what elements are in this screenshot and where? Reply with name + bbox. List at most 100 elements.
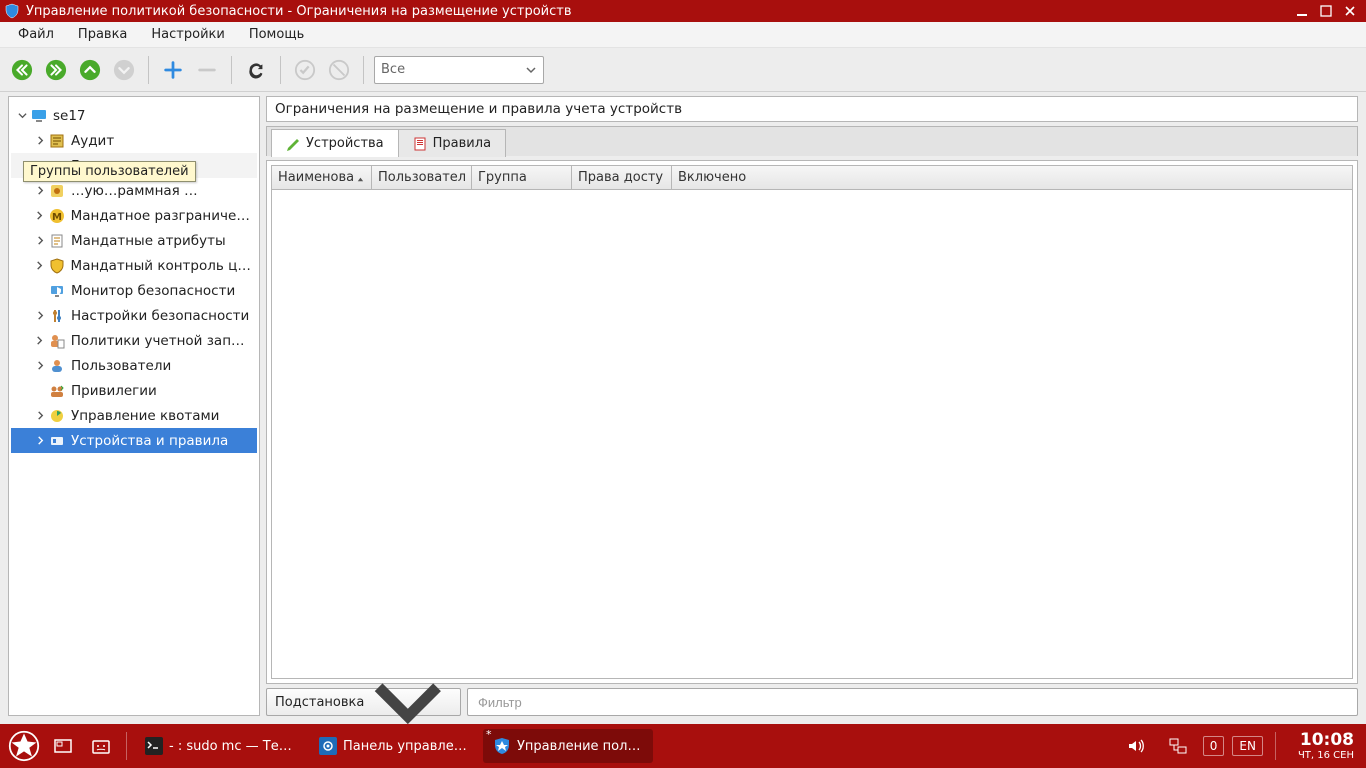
start-button[interactable] (6, 728, 42, 764)
nav-forward-all-button[interactable] (42, 56, 70, 84)
tree-root-label: se17 (53, 108, 86, 124)
tab-bar: Устройства Правила (266, 126, 1358, 156)
substitution-combo-value: Подстановка (275, 695, 364, 710)
tab-devices[interactable]: Устройства (271, 129, 399, 157)
add-button[interactable] (159, 56, 187, 84)
rules-icon (413, 137, 427, 151)
column-header[interactable]: Наименова (272, 166, 372, 189)
filter-combo-value: Все (381, 62, 405, 77)
network-icon[interactable] (1161, 729, 1195, 763)
column-header[interactable]: Права досту (572, 166, 672, 189)
tree-item-privileges[interactable]: Привилегии (11, 378, 257, 403)
taskbar-separator (126, 732, 127, 760)
twisty-expanded-icon[interactable] (15, 109, 29, 123)
menu-file[interactable]: Файл (6, 24, 66, 45)
twisty-collapsed-icon[interactable] (33, 209, 47, 223)
column-header[interactable]: Включено (672, 166, 1352, 189)
filter-input[interactable] (476, 694, 1349, 711)
audit-icon (49, 133, 65, 149)
tab-label: Устройства (306, 136, 384, 151)
computer-icon (31, 108, 47, 124)
devices-icon (286, 137, 300, 151)
tree-item-security-monitor[interactable]: Монитор безопасности (11, 278, 257, 303)
task-label: Панель управлен… (343, 739, 469, 754)
tree-root[interactable]: se17 (11, 103, 257, 128)
tab-rules[interactable]: Правила (398, 129, 506, 157)
menu-edit[interactable]: Правка (66, 24, 139, 45)
taskbar: - : sudo mc — Тер… Панель управлен… * Уп… (0, 724, 1366, 768)
twisty-collapsed-icon[interactable] (33, 334, 47, 348)
twisty-collapsed-icon[interactable] (33, 409, 47, 423)
tree-item-label: Политики учетной записи (71, 333, 253, 349)
twisty-collapsed-icon[interactable] (33, 234, 47, 248)
substitution-combo[interactable]: Подстановка (266, 688, 461, 716)
tree-item-quota[interactable]: Управление квотами (11, 403, 257, 428)
table-body[interactable] (272, 190, 1352, 678)
menu-help[interactable]: Помощь (237, 24, 316, 45)
nav-up-button[interactable] (76, 56, 104, 84)
twisty-collapsed-icon[interactable] (33, 359, 47, 373)
chevron-down-icon (525, 64, 537, 76)
column-header[interactable]: Группа (472, 166, 572, 189)
column-header[interactable]: Пользовател (372, 166, 472, 189)
tree-item-security-settings[interactable]: Настройки безопасности (11, 303, 257, 328)
tree-item-label: Мандатное разграничен… (71, 208, 253, 224)
twisty-collapsed-icon[interactable] (33, 434, 47, 448)
tree-item-label: Управление квотами (71, 408, 219, 424)
tab-content: НаименоваПользователГруппаПрава достуВкл… (266, 160, 1358, 684)
security-monitor-icon (49, 283, 65, 299)
clock[interactable]: 10:08 ЧТ, 16 СЕН (1298, 731, 1354, 761)
mandatory-attrs-icon (49, 233, 65, 249)
navigation-tree[interactable]: se17 АудитГруппы…ую…раммная …MМандатное … (9, 97, 259, 459)
menubar: Файл Правка Настройки Помощь (0, 22, 1366, 48)
remove-button (193, 56, 221, 84)
twisty-collapsed-icon[interactable] (33, 259, 47, 273)
table-header: НаименоваПользователГруппаПрава достуВкл… (272, 166, 1352, 190)
tree-item-mandatory-attrs[interactable]: Мандатные атрибуты (11, 228, 257, 253)
devices-rules-icon (49, 433, 65, 449)
twisty-collapsed-icon[interactable] (33, 184, 47, 198)
account-policies-icon (49, 333, 65, 349)
tree-item-label: Аудит (71, 133, 114, 149)
twisty-collapsed-icon[interactable] (33, 134, 47, 148)
tree-item-mandatory-integrity[interactable]: Мандатный контроль це… (11, 253, 257, 278)
tree-item-label: …ую…раммная … (71, 183, 198, 199)
sidebar: se17 АудитГруппы…ую…раммная …MМандатное … (8, 96, 260, 716)
security-policy-icon (493, 737, 511, 755)
show-desktop-button[interactable] (46, 729, 80, 763)
twisty-none (33, 284, 47, 298)
task-control-panel[interactable]: Панель управлен… (309, 729, 479, 763)
keyboard-layout[interactable]: EN (1232, 736, 1263, 756)
task-security-policy[interactable]: * Управление поли… (483, 729, 653, 763)
menu-settings[interactable]: Настройки (139, 24, 236, 45)
tree-item-account-policies[interactable]: Политики учетной записи (11, 328, 257, 353)
window-titlebar: Управление политикой безопасности - Огра… (0, 0, 1366, 22)
mandatory-access-icon: M (49, 208, 65, 224)
app-icon (4, 3, 20, 19)
close-button[interactable] (1338, 2, 1362, 20)
task-terminal[interactable]: - : sudo mc — Тер… (135, 729, 305, 763)
workspace-indicator[interactable]: 0 (1203, 736, 1225, 756)
nav-back-all-button[interactable] (8, 56, 36, 84)
terminal-icon (145, 737, 163, 755)
volume-icon[interactable] (1119, 729, 1153, 763)
main-body: se17 АудитГруппы…ую…раммная …MМандатное … (0, 92, 1366, 724)
task-label: Управление поли… (517, 739, 643, 754)
taskbar-separator (1275, 732, 1276, 760)
tree-item-users[interactable]: Пользователи (11, 353, 257, 378)
twisty-collapsed-icon[interactable] (33, 309, 47, 323)
minimize-button[interactable] (1290, 2, 1314, 20)
tree-item-devices-rules[interactable]: Устройства и правила (11, 428, 257, 453)
filter-input-wrapper[interactable] (467, 688, 1358, 716)
tree-item-mandatory-access[interactable]: M Мандатное разграничен… (11, 203, 257, 228)
tree-item-audit[interactable]: Аудит (11, 128, 257, 153)
tree-item-label: Привилегии (71, 383, 157, 399)
filter-combo[interactable]: Все (374, 56, 544, 84)
sort-asc-icon (356, 173, 365, 183)
refresh-button[interactable] (242, 56, 270, 84)
file-manager-button[interactable] (84, 729, 118, 763)
control-panel-icon (319, 737, 337, 755)
tree-item-label: Устройства и правила (71, 433, 228, 449)
toolbar-separator (231, 56, 232, 84)
maximize-button[interactable] (1314, 2, 1338, 20)
